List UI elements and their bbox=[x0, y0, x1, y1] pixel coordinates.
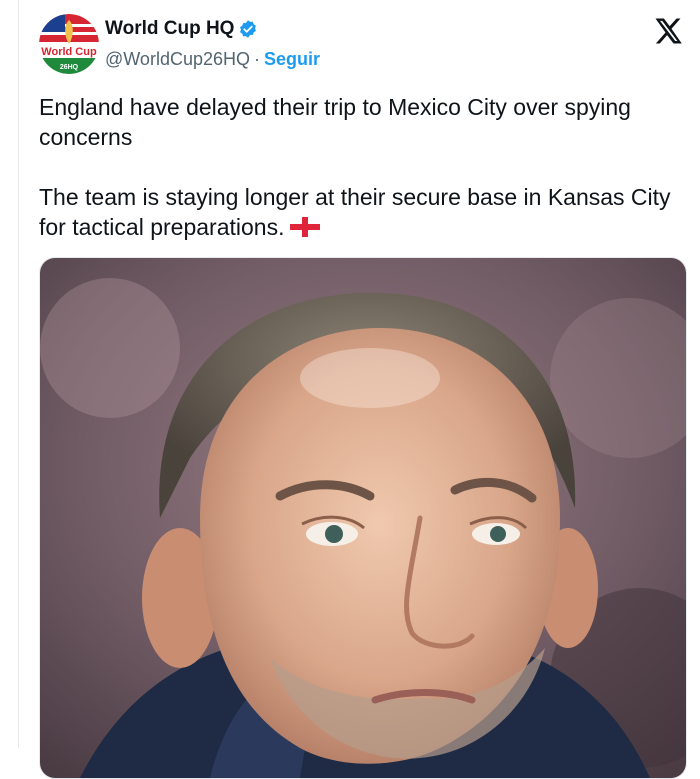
follow-button[interactable]: Seguir bbox=[264, 49, 320, 70]
handle-row: @WorldCup26HQ · Seguir bbox=[105, 49, 320, 70]
tweet-paragraph-2-text: The team is staying longer at their secu… bbox=[39, 184, 671, 240]
tweet-photo[interactable] bbox=[39, 257, 687, 779]
name-row: World Cup HQ bbox=[105, 18, 258, 40]
england-flag-icon bbox=[290, 214, 321, 237]
account-handle[interactable]: @WorldCup26HQ bbox=[105, 49, 250, 70]
x-logo-icon[interactable] bbox=[653, 16, 683, 46]
verified-badge-icon bbox=[238, 19, 258, 39]
tweet-card: World Cup 26HQ World Cup HQ @WorldCup26H… bbox=[18, 0, 700, 779]
display-name[interactable]: World Cup HQ bbox=[105, 18, 234, 40]
world-cup-logo: World Cup 26HQ bbox=[39, 14, 99, 74]
portrait-photo bbox=[40, 258, 686, 778]
separator-dot: · bbox=[254, 49, 260, 69]
avatar-text-sub: 26HQ bbox=[60, 64, 79, 71]
tweet-paragraph-1: England have delayed their trip to Mexic… bbox=[39, 94, 631, 150]
avatar-text-main: World Cup bbox=[41, 46, 97, 58]
tweet-text: England have delayed their trip to Mexic… bbox=[39, 92, 679, 242]
tweet-paragraph-2: The team is staying longer at their secu… bbox=[39, 182, 679, 242]
account-avatar[interactable]: World Cup 26HQ bbox=[39, 14, 99, 74]
